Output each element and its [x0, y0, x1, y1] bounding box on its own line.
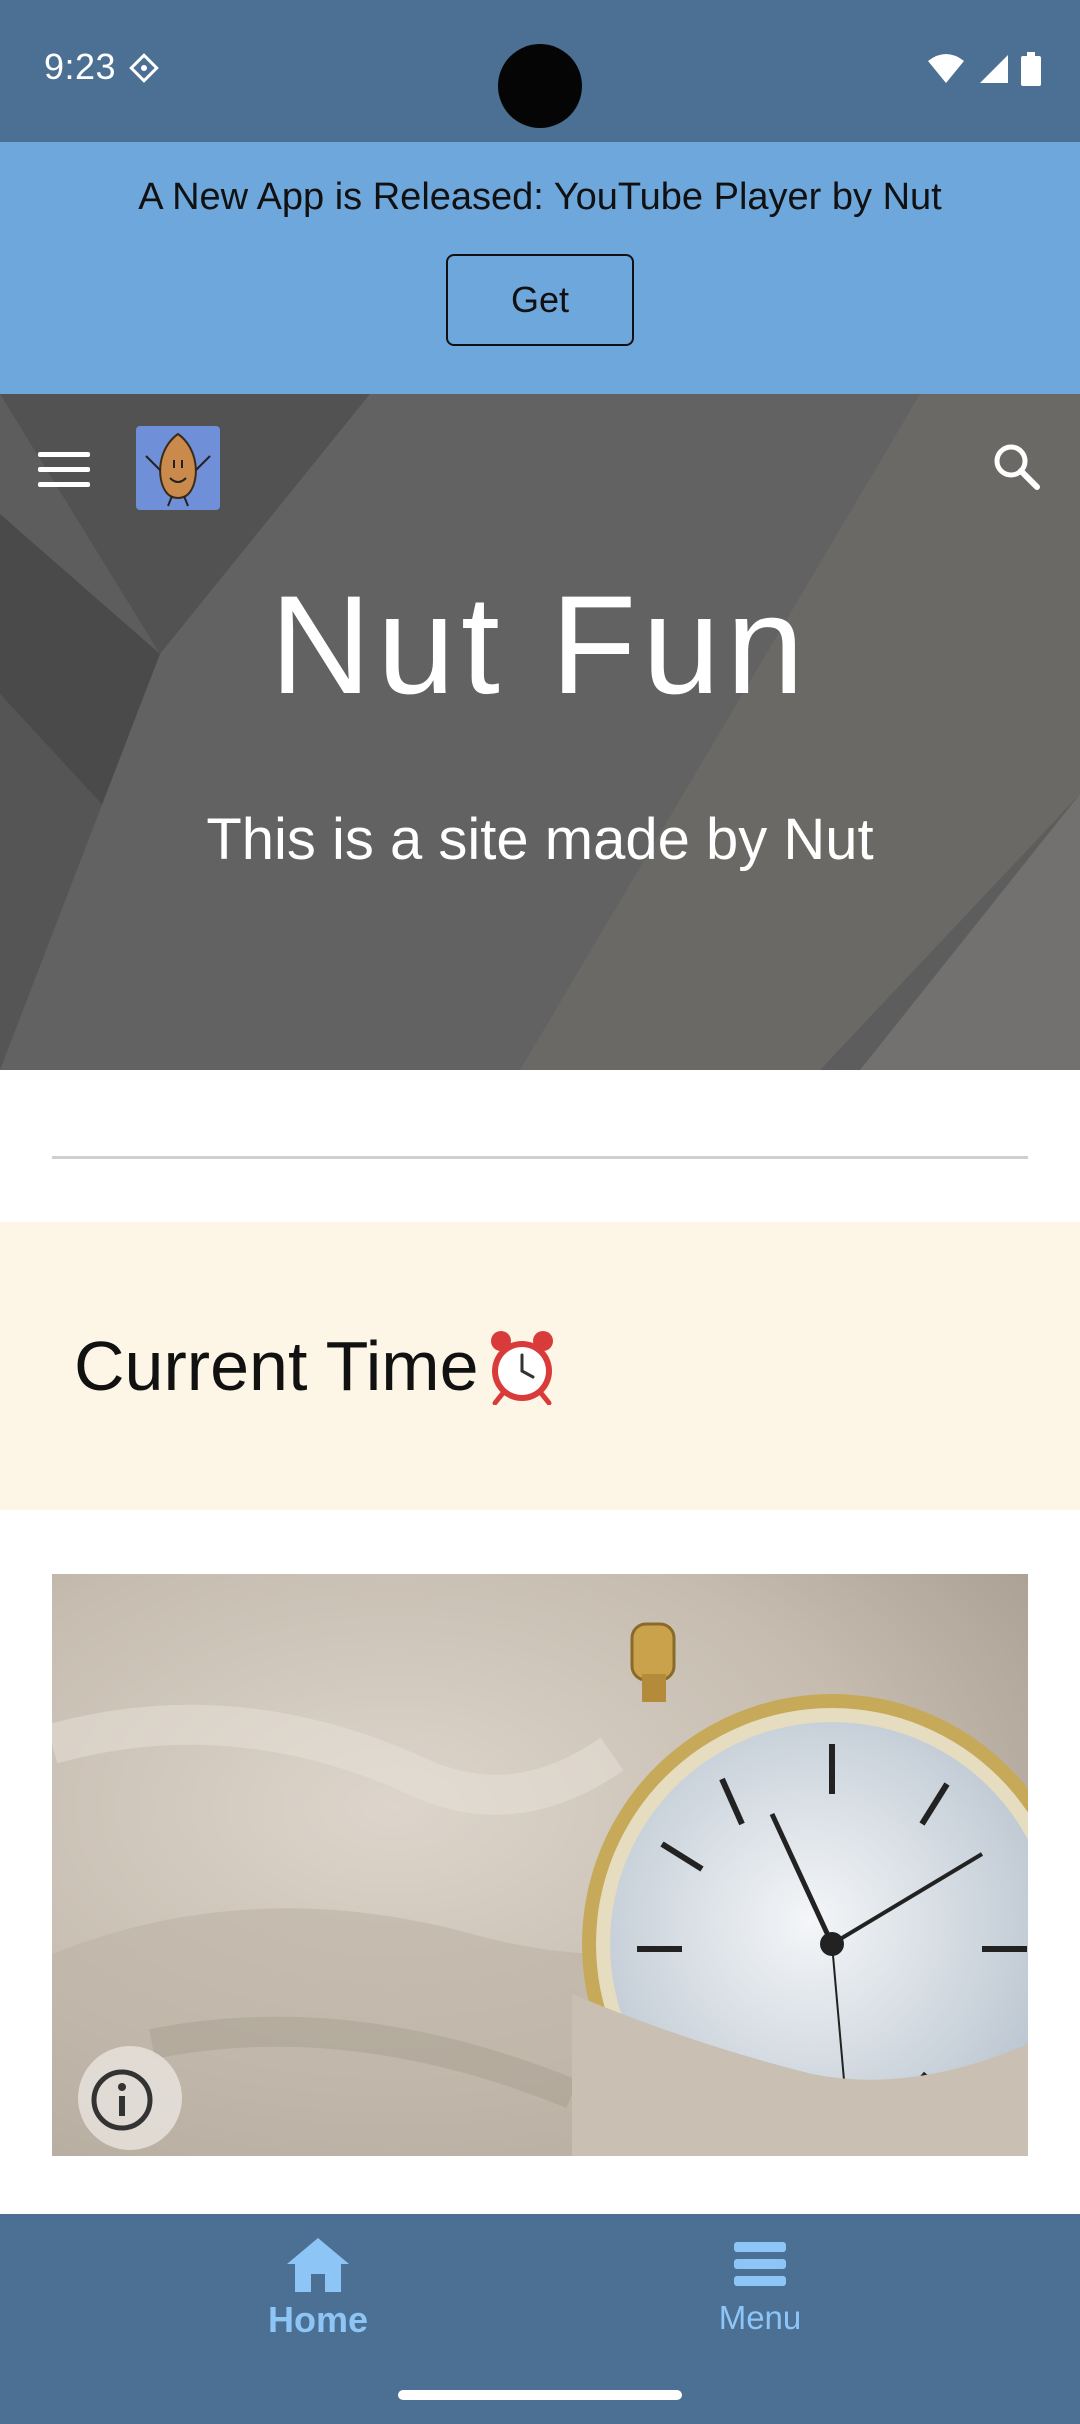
divider — [52, 1156, 1028, 1159]
pocket-watch-photo — [52, 1574, 1028, 2156]
photo-illustration — [52, 1574, 1028, 2156]
status-icons — [926, 52, 1042, 86]
signal-icon — [980, 55, 1008, 83]
battery-icon — [1021, 52, 1041, 86]
search-icon[interactable] — [990, 440, 1042, 492]
section-header: Current Time — [0, 1222, 1080, 1510]
site-header: Nut Fun This is a site made by Nut — [0, 394, 1080, 1070]
nav-home[interactable]: Home — [218, 2234, 418, 2341]
section-title-text: Current Time — [74, 1327, 479, 1405]
diamond-icon — [129, 53, 159, 83]
status-bar: 9:23 — [0, 0, 1080, 142]
info-button[interactable] — [78, 2046, 182, 2150]
wifi-icon — [928, 54, 964, 83]
get-button[interactable]: Get — [446, 254, 634, 346]
menu-icon — [734, 2242, 786, 2286]
hamburger-menu-icon[interactable] — [38, 452, 90, 492]
alarm-clock-icon — [490, 1331, 553, 1405]
announcement-banner: A New App is Released: YouTube Player by… — [0, 142, 1080, 394]
home-icon — [287, 2238, 349, 2292]
banner-text: A New App is Released: YouTube Player by… — [138, 176, 942, 218]
status-time: 9:23 — [44, 46, 117, 87]
info-icon — [91, 2069, 153, 2131]
nut-logo[interactable] — [136, 426, 220, 510]
section-title: Current Time — [74, 1326, 561, 1406]
site-title: Nut Fun — [270, 566, 810, 723]
nav-menu-label: Menu — [718, 2299, 802, 2336]
gesture-home-indicator[interactable] — [398, 2390, 682, 2400]
site-subtitle: This is a site made by Nut — [206, 807, 874, 872]
nav-home-label: Home — [267, 2299, 369, 2340]
camera-cutout — [498, 44, 582, 128]
nav-menu[interactable]: Menu — [660, 2234, 860, 2337]
